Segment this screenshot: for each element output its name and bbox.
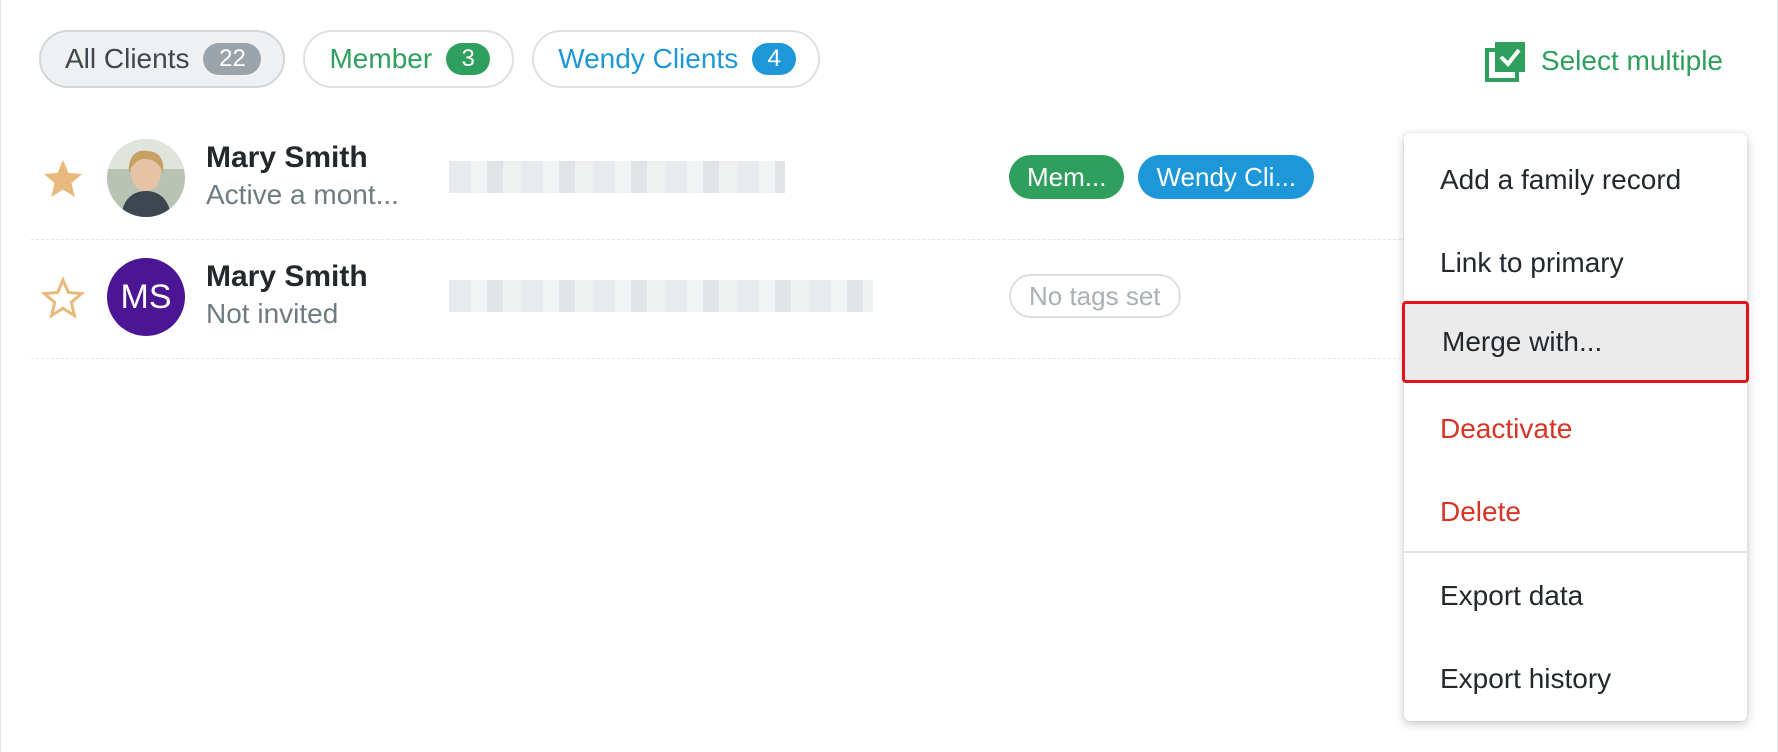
client-name[interactable]: Mary Smith <box>206 260 368 294</box>
star-filled-icon[interactable] <box>41 157 85 201</box>
clients-panel: All Clients 22 Member 3 Wendy Clients 4 … <box>0 0 1778 752</box>
filter-all-clients[interactable]: All Clients 22 <box>39 30 286 88</box>
menu-item-export-data[interactable]: Export data <box>1404 555 1747 637</box>
filter-count-badge: 22 <box>203 43 262 75</box>
tag-member[interactable]: Mem... <box>1009 155 1125 199</box>
tag-list: Mem... Wendy Cli... <box>1009 155 1315 199</box>
redacted-contact <box>449 161 785 193</box>
client-row[interactable]: Mary Smith Active a mont... Mem... Wendy… <box>31 121 1471 240</box>
filter-count-badge: 4 <box>752 43 797 75</box>
select-multiple-label: Select multiple <box>1540 45 1723 76</box>
client-status: Not invited <box>206 298 339 329</box>
client-status: Active a mont... <box>206 179 399 210</box>
menu-item-export-history[interactable]: Export history <box>1404 638 1747 720</box>
filter-wendy-clients[interactable]: Wendy Clients 4 <box>532 30 821 88</box>
client-name[interactable]: Mary Smith <box>206 141 368 175</box>
filter-member[interactable]: Member 3 <box>303 30 515 88</box>
checklist-icon <box>1484 42 1525 82</box>
avatar-photo <box>107 139 185 217</box>
filter-label: Member <box>329 43 433 74</box>
no-tags-label[interactable]: No tags set <box>1009 274 1181 318</box>
avatar-initials: MS <box>120 277 172 316</box>
menu-item-delete[interactable]: Delete <box>1404 471 1747 553</box>
filter-label: All Clients <box>65 43 190 74</box>
menu-item-link-to-primary[interactable]: Link to primary <box>1404 222 1747 304</box>
select-multiple-button[interactable]: Select multiple <box>1484 40 1723 82</box>
avatar[interactable]: MS <box>107 258 185 336</box>
filter-label: Wendy Clients <box>558 43 739 74</box>
tag-list: No tags set <box>1009 274 1181 318</box>
filter-count-badge: 3 <box>446 43 491 75</box>
menu-divider <box>1404 551 1747 553</box>
menu-item-add-family-record[interactable]: Add a family record <box>1404 139 1747 221</box>
menu-item-merge-with[interactable]: Merge with... <box>1402 301 1749 383</box>
avatar[interactable] <box>107 139 185 217</box>
client-actions-menu: Add a family record Link to primary Merg… <box>1402 133 1749 721</box>
client-row[interactable]: MS Mary Smith Not invited No tags set <box>31 240 1471 359</box>
tag-wendy-clients[interactable]: Wendy Cli... <box>1138 155 1315 199</box>
redacted-contact <box>449 280 873 312</box>
filter-bar: All Clients 22 Member 3 Wendy Clients 4 <box>39 30 821 88</box>
menu-item-deactivate[interactable]: Deactivate <box>1404 388 1747 470</box>
star-outline-icon[interactable] <box>41 276 85 320</box>
